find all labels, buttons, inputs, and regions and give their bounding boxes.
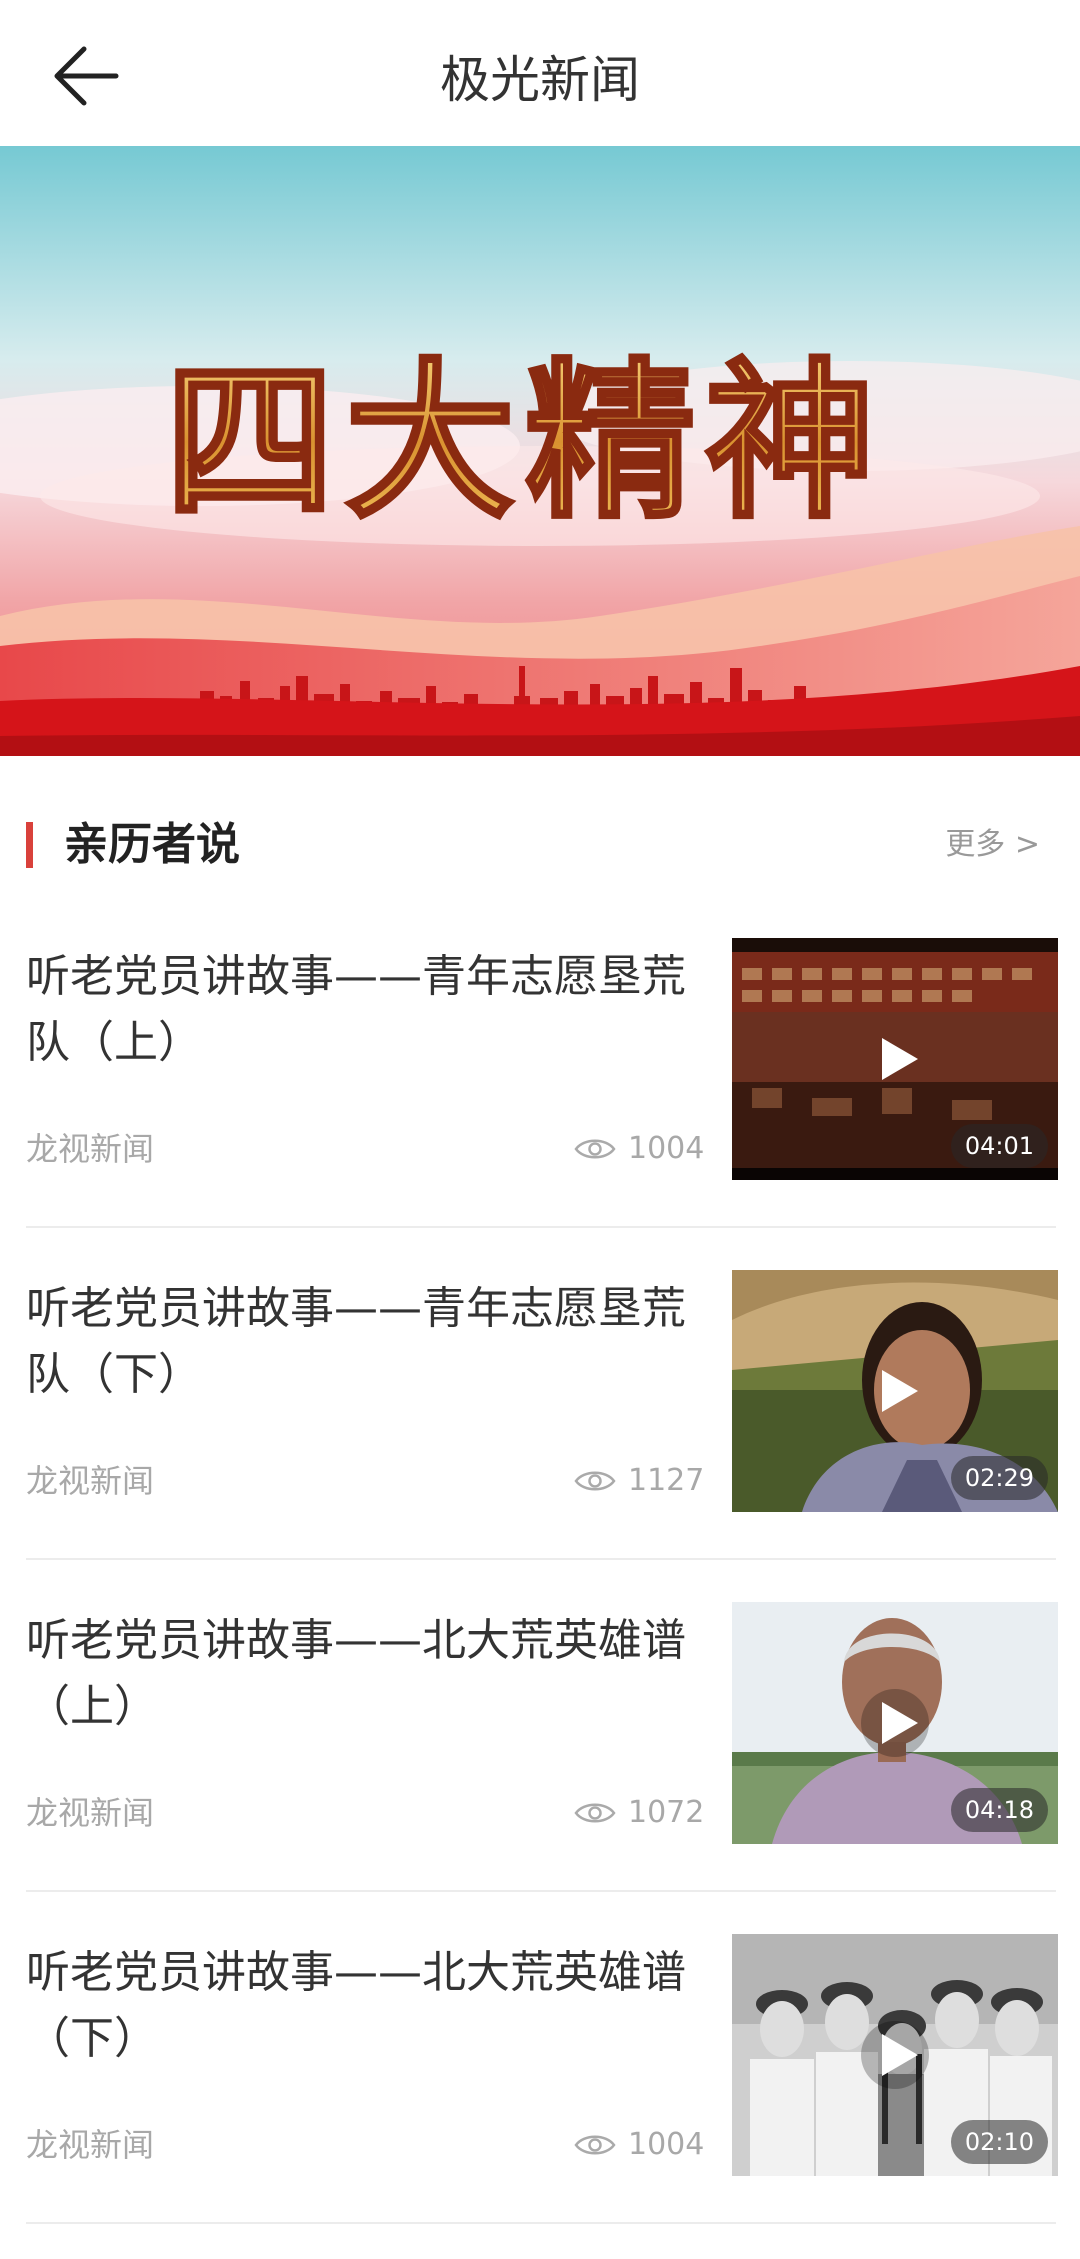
section-header: 亲历者说 更多 > bbox=[0, 800, 1080, 890]
item-source: 龙视新闻 bbox=[26, 2126, 155, 2164]
video-duration: 02:10 bbox=[950, 2120, 1048, 2164]
view-count: 1127 bbox=[574, 1458, 726, 1504]
item-source: 龙视新闻 bbox=[26, 1794, 155, 1832]
view-count: 1072 bbox=[574, 1790, 726, 1836]
top-bar: 极光新闻 bbox=[0, 0, 1080, 146]
view-count: 1004 bbox=[574, 2122, 726, 2168]
item-title: 听老党员讲故事——北大荒英雄谱（下） bbox=[26, 1947, 686, 2064]
video-duration: 02:29 bbox=[950, 1456, 1048, 1500]
video-duration: 04:18 bbox=[950, 1788, 1048, 1832]
section-title: 亲历者说 bbox=[64, 819, 240, 870]
eye-icon bbox=[574, 1803, 616, 1823]
list-item[interactable]: 听老党员讲故事——北大荒英雄谱（上） 龙视新闻 1072 04:18 bbox=[26, 1564, 1058, 1896]
view-count-value: 1072 bbox=[628, 1795, 705, 1830]
banner-headline: 四大精神 bbox=[165, 342, 885, 542]
eye-icon bbox=[574, 1471, 616, 1491]
divider bbox=[26, 2222, 1056, 2224]
list-item[interactable]: 听老党员讲故事——北大荒英雄谱（下） 龙视新闻 1004 02:10 bbox=[26, 1896, 1058, 2228]
play-icon bbox=[861, 2021, 929, 2089]
play-icon bbox=[882, 1038, 918, 1080]
video-thumbnail[interactable]: 04:18 bbox=[732, 1602, 1058, 1844]
item-title: 听老党员讲故事——青年志愿垦荒队（下） bbox=[26, 1283, 686, 1400]
view-count-value: 1004 bbox=[628, 2127, 705, 2162]
page-title: 极光新闻 bbox=[440, 51, 640, 109]
divider bbox=[26, 1890, 1056, 1892]
divider bbox=[26, 1558, 1056, 1560]
eye-icon bbox=[574, 1139, 616, 1159]
video-duration: 04:01 bbox=[950, 1124, 1048, 1168]
divider bbox=[26, 1226, 1056, 1228]
view-count-value: 1127 bbox=[628, 1463, 705, 1498]
view-count: 1004 bbox=[574, 1126, 726, 1172]
section-accent-bar bbox=[26, 822, 33, 868]
eye-icon bbox=[574, 2135, 616, 2155]
item-title: 听老党员讲故事——青年志愿垦荒队（上） bbox=[26, 951, 686, 1068]
item-source: 龙视新闻 bbox=[26, 1462, 155, 1500]
video-thumbnail[interactable]: 02:29 bbox=[732, 1270, 1058, 1512]
video-thumbnail[interactable]: 02:10 bbox=[732, 1934, 1058, 2176]
view-count-value: 1004 bbox=[628, 1131, 705, 1166]
banner-image[interactable]: 四大精神 bbox=[0, 146, 1080, 756]
item-title: 听老党员讲故事——北大荒英雄谱（上） bbox=[26, 1615, 686, 1732]
list-item[interactable]: 听老党员讲故事——青年志愿垦荒队（上） 龙视新闻 1004 04:01 bbox=[26, 900, 1058, 1232]
video-thumbnail[interactable]: 04:01 bbox=[732, 938, 1058, 1180]
list-item[interactable]: 听老党员讲故事——青年志愿垦荒队（下） 龙视新闻 1127 02:29 bbox=[26, 1232, 1058, 1564]
play-icon bbox=[882, 1370, 918, 1412]
play-icon bbox=[861, 1689, 929, 1757]
item-source: 龙视新闻 bbox=[26, 1130, 155, 1168]
more-link[interactable]: 更多 > bbox=[945, 824, 1040, 866]
